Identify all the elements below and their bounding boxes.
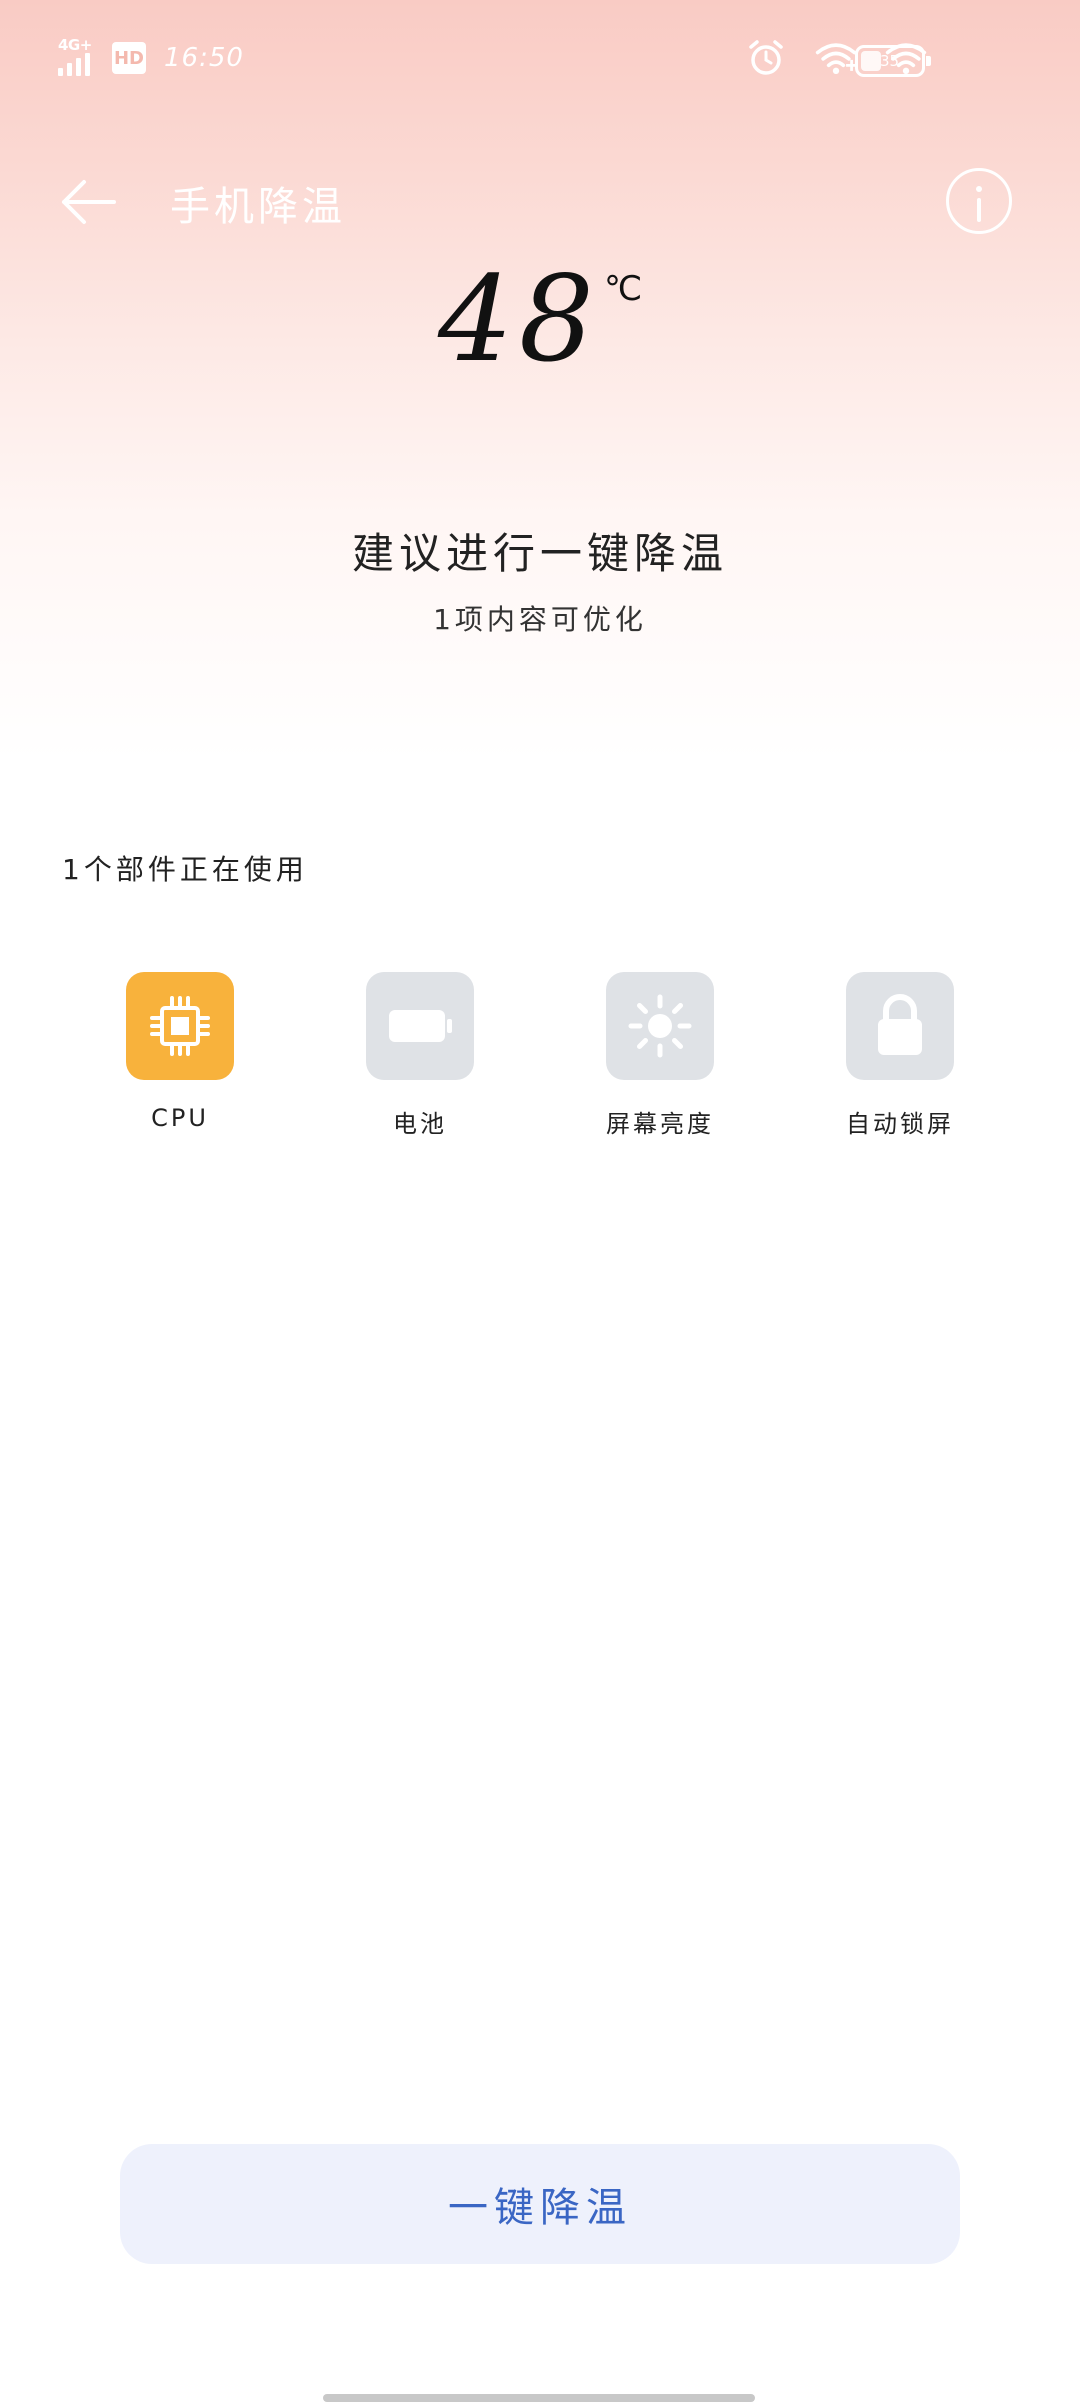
status-left: 4G+ HD 16:50 <box>58 36 244 78</box>
one-key-cool-label: 一键降温 <box>448 2185 632 2231</box>
component-label: 自动锁屏 <box>846 1110 954 1138</box>
suggestion-detail: 1项内容可优化 <box>433 603 647 636</box>
component-label: 屏幕亮度 <box>606 1110 714 1138</box>
app-header: 手机降温 <box>0 150 1080 250</box>
brightness-icon <box>628 994 692 1058</box>
info-icon <box>976 186 982 192</box>
components-title: 1个部件正在使用 <box>62 853 308 886</box>
suggestion-headline: 建议进行一键降温 <box>351 529 728 578</box>
temperature-display: 48 ℃ <box>0 250 1080 388</box>
battery-percent: 35 <box>880 52 900 70</box>
component-label: 电池 <box>393 1110 447 1138</box>
status-time: 16:50 <box>164 43 244 73</box>
battery-icon: 35 <box>855 45 931 77</box>
one-key-cool-button[interactable]: 一键降温 <box>120 2144 960 2264</box>
cpu-icon <box>150 996 210 1056</box>
components-grid: CPU 电池 屏幕亮度 自动锁屏 <box>0 972 1080 1152</box>
cellular-signal-icon: 4G+ <box>58 36 104 78</box>
component-label: CPU <box>151 1104 209 1132</box>
back-button[interactable] <box>58 172 134 232</box>
battery-tile <box>366 972 474 1080</box>
home-indicator[interactable] <box>323 2394 755 2402</box>
component-auto-lock[interactable]: 自动锁屏 <box>815 972 985 1139</box>
arrow-left-icon <box>62 180 116 224</box>
page-title: 手机降温 <box>170 184 346 230</box>
brightness-tile <box>606 972 714 1080</box>
cpu-tile <box>126 972 234 1080</box>
battery-tip <box>926 56 931 66</box>
battery-icon <box>389 1010 452 1042</box>
component-cpu[interactable]: CPU <box>95 972 265 1132</box>
component-battery[interactable]: 电池 <box>335 972 505 1139</box>
alarm-icon <box>744 36 788 80</box>
battery-fill <box>861 51 881 71</box>
component-brightness[interactable]: 屏幕亮度 <box>575 972 745 1139</box>
lock-icon <box>878 994 922 1055</box>
info-button[interactable] <box>946 168 1012 234</box>
lock-tile <box>846 972 954 1080</box>
temperature-unit: ℃ <box>603 269 643 309</box>
status-bar: 4G+ HD 16:50 35 <box>0 0 1080 120</box>
temperature-value: 48 <box>437 250 600 388</box>
network-type: 4G+ <box>58 36 92 54</box>
wifi-icon <box>814 36 858 80</box>
hd-badge: HD <box>112 42 146 74</box>
info-icon-stem <box>977 198 981 222</box>
